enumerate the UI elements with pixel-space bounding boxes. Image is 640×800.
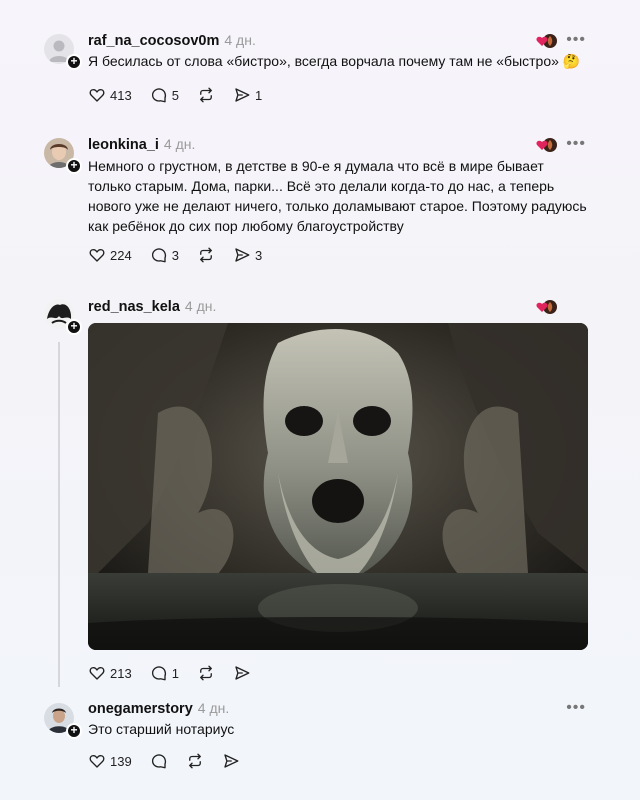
follow-plus-icon[interactable]: + [66,158,82,174]
heart-reaction-icon [536,138,557,152]
more-icon[interactable]: ••• [566,699,586,717]
username[interactable]: raf_na_cocosov0m 4 дн. [88,32,256,49]
comment-button[interactable]: 3 [150,246,179,264]
comment-count: 5 [171,87,179,103]
like-count: 413 [110,87,132,103]
share-button[interactable]: 1 [233,86,262,104]
avatar[interactable]: + [44,138,82,174]
heart-icon [89,755,105,768]
repost-button[interactable] [197,86,215,104]
like-count: 213 [110,665,132,681]
more-icon[interactable]: ••• [566,135,586,153]
repost-icon [200,87,212,103]
username-text[interactable]: leonkina_i [88,137,159,153]
username-text[interactable]: onegamerstory [88,701,193,717]
like-count: 139 [110,753,132,769]
share-icon [235,248,250,262]
repost-icon [200,247,212,263]
post-text: Это старший нотариус [88,721,235,737]
follow-plus-icon[interactable]: + [66,319,82,335]
actions-bar: 413 5 1 [88,84,280,106]
follow-plus-icon[interactable]: + [66,54,82,70]
share-count: 3 [254,247,263,263]
more-icon[interactable]: ••• [566,31,586,49]
avatar[interactable]: + [44,34,82,70]
comment-icon [151,666,166,681]
avatar[interactable]: + [44,299,82,335]
username[interactable]: red_nas_kela 4 дн. [88,298,216,315]
like-button[interactable]: 139 [88,752,132,770]
username-text[interactable]: red_nas_kela [88,299,180,315]
heart-icon [89,667,105,680]
comment-button[interactable]: 1 [150,664,179,682]
avatar[interactable]: + [44,703,82,739]
heart-reaction-icon [536,34,557,48]
post-time: 4 дн. [224,32,256,48]
heart-reaction-icon [536,300,557,314]
like-button[interactable]: 224 [88,246,132,264]
repost-button[interactable] [186,752,204,770]
actions-bar: 139 [88,750,258,772]
post-time: 4 дн. [163,136,196,152]
heart-icon [89,89,105,102]
share-icon [224,754,239,768]
comment-button[interactable]: 5 [150,86,179,104]
username-text[interactable]: raf_na_cocosov0m [88,33,219,49]
repost-icon [188,753,201,769]
comment-count: 1 [171,665,179,681]
post-text: Немного о грустном, в детстве в 90-е я д… [88,158,587,234]
like-button[interactable]: 413 [88,86,132,104]
share-button[interactable] [233,664,251,682]
comment-icon [151,754,166,769]
post-time: 4 дн. [197,700,230,716]
share-button[interactable]: 3 [233,246,262,264]
like-button[interactable]: 213 [88,664,132,682]
repost-button[interactable] [197,664,215,682]
like-count: 224 [110,247,132,263]
stone-face-sculpture-image [88,323,588,650]
comment-count: 3 [171,247,179,263]
comment-button[interactable] [150,752,168,770]
share-button[interactable] [222,752,240,770]
post-time: 4 дн. [184,298,217,314]
actions-bar: 213 1 [88,662,269,684]
comment-icon [151,248,166,263]
share-icon [235,88,250,102]
heart-icon [89,249,105,262]
thread-line [58,342,60,687]
post-image[interactable] [88,323,588,650]
username[interactable]: leonkina_i 4 дн. [88,136,195,153]
actions-bar: 224 3 3 [88,244,280,266]
repost-icon [200,665,212,681]
follow-plus-icon[interactable]: + [66,723,82,739]
comment-icon [151,88,166,103]
share-count: 1 [254,87,263,103]
username[interactable]: onegamerstory 4 дн. [88,700,229,717]
post-text: Я бесилась от слова «бистро», всегда вор… [88,53,581,69]
share-icon [235,666,250,680]
repost-button[interactable] [197,246,215,264]
